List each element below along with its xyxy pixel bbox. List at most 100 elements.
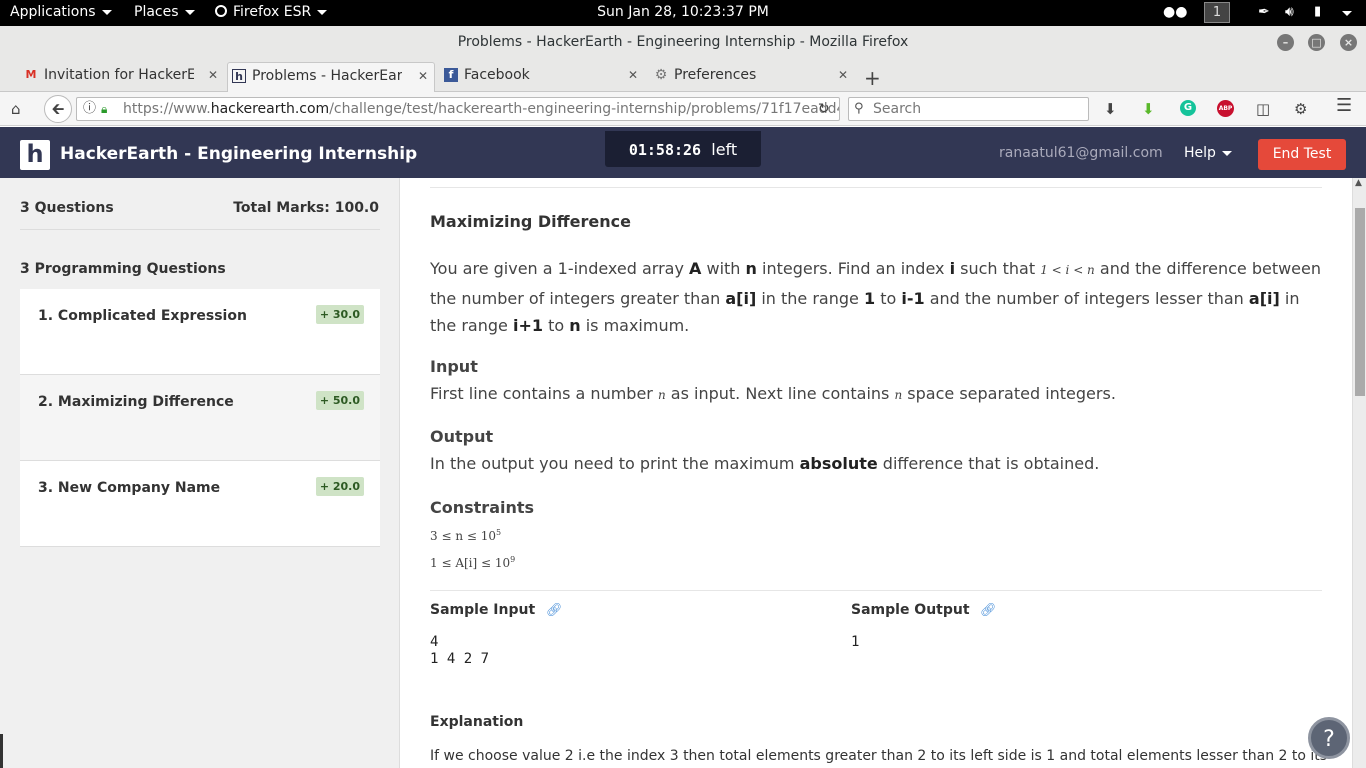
- lock-icon: 🔒︎: [101, 102, 108, 116]
- site-title: HackerEarth - Engineering Internship: [60, 144, 418, 164]
- gear-icon: ⚙: [654, 67, 668, 83]
- problem-statement: You are given a 1-indexed array A with n…: [430, 259, 1322, 335]
- constraint-1: 3 ≤ n ≤ 105: [430, 528, 502, 543]
- facebook-icon: f: [444, 68, 458, 82]
- info-icon[interactable]: ⓘ: [83, 98, 96, 120]
- timer-value: 01:58:26: [628, 141, 702, 159]
- section-title: 3 Programming Questions: [20, 261, 226, 277]
- tab-facebook[interactable]: f Facebook ✕: [440, 62, 644, 92]
- green-download-extension-icon[interactable]: ⬇: [1142, 101, 1155, 117]
- battery-icon[interactable]: ▮: [1314, 4, 1321, 19]
- url-prefix: https://www.: [123, 101, 211, 117]
- help-label: Help: [1184, 145, 1216, 161]
- url-domain: hackerearth.com: [210, 101, 330, 117]
- gmail-icon: M: [25, 68, 37, 81]
- tab-label: Invitation for HackerE...: [44, 67, 194, 83]
- reload-icon[interactable]: ↻: [818, 101, 830, 117]
- sidebar-icon[interactable]: ◫: [1256, 101, 1270, 117]
- maximize-icon[interactable]: □: [1308, 34, 1325, 51]
- close-tab-icon[interactable]: ✕: [628, 62, 638, 88]
- tab-label: Preferences: [674, 67, 757, 83]
- problem-title: Maximizing Difference: [430, 212, 631, 231]
- clock[interactable]: Sun Jan 28, 10:23:37 PM: [0, 4, 1366, 20]
- hamburger-menu-icon[interactable]: ☰: [1336, 97, 1352, 115]
- chevron-down-icon: [1221, 150, 1232, 156]
- url-path: /challenge/test/hackerearth-engineering-…: [329, 101, 840, 117]
- question-title: 3. New Company Name: [38, 480, 221, 496]
- hackerearth-icon: h: [232, 69, 246, 83]
- question-marks-badge: + 20.0: [315, 477, 364, 496]
- question-card-1[interactable]: 1. Complicated Expression + 30.0: [20, 289, 380, 375]
- explanation-heading: Explanation: [430, 714, 524, 730]
- question-marks-badge: + 50.0: [315, 391, 364, 410]
- total-marks: Total Marks: 100.0: [233, 200, 379, 216]
- scrollbar-thumb[interactable]: [1355, 208, 1365, 396]
- close-tab-icon[interactable]: ✕: [208, 62, 218, 88]
- home-icon[interactable]: ⌂: [11, 101, 21, 117]
- constraint-2: 1 ≤ A[i] ≤ 109: [430, 555, 516, 570]
- edge-marker: [0, 734, 3, 768]
- search-placeholder: Search: [873, 101, 922, 117]
- sample-output: 1: [851, 634, 860, 650]
- scroll-up-icon[interactable]: ▲: [1355, 178, 1362, 188]
- help-menu[interactable]: Help: [1184, 145, 1232, 161]
- grammarly-icon[interactable]: G: [1180, 100, 1196, 116]
- close-tab-icon[interactable]: ✕: [838, 62, 848, 88]
- system-menu-chevron-icon[interactable]: [1342, 11, 1352, 16]
- user-email[interactable]: ranaatul61@gmail.com: [999, 145, 1163, 161]
- window-title: Problems - HackerEarth - Engineering Int…: [0, 26, 1366, 58]
- back-icon[interactable]: 🡰︎: [44, 95, 72, 123]
- tab-label: Facebook: [464, 67, 530, 83]
- url-bar[interactable]: ⓘ 🔒︎ https://www.hackerearth.com/challen…: [76, 97, 840, 121]
- tab-preferences[interactable]: ⚙ Preferences ✕: [650, 62, 854, 92]
- divider: [430, 590, 1322, 591]
- tab-gmail[interactable]: M Invitation for HackerE... ✕: [20, 62, 224, 92]
- input-description: First line contains a number n as input.…: [430, 384, 1116, 403]
- output-heading: Output: [430, 427, 494, 446]
- site-header: h HackerEarth - Engineering Internship 0…: [0, 127, 1366, 178]
- question-marks-badge: + 30.0: [315, 305, 364, 324]
- explanation-text: If we choose value 2 i.e the index 3 the…: [430, 748, 1328, 764]
- question-title: 2. Maximizing Difference: [38, 394, 234, 410]
- search-icon: ⚲: [854, 101, 864, 116]
- output-description: In the output you need to print the maxi…: [430, 454, 1100, 473]
- download-icon[interactable]: ⬇: [1104, 101, 1117, 117]
- close-window-icon[interactable]: ×: [1340, 34, 1357, 51]
- link-icon[interactable]: 🔗︎: [980, 603, 997, 618]
- adblock-icon[interactable]: ABP: [1217, 100, 1234, 117]
- pen-icon[interactable]: ✒: [1258, 4, 1270, 20]
- questions-count: 3 Questions: [20, 200, 114, 216]
- close-tab-icon[interactable]: ✕: [418, 63, 428, 89]
- volume-icon[interactable]: 🔊︎: [1285, 4, 1294, 20]
- constraints-heading: Constraints: [430, 498, 535, 517]
- question-title: 1. Complicated Expression: [38, 308, 247, 324]
- input-heading: Input: [430, 357, 478, 376]
- end-test-button[interactable]: End Test: [1258, 139, 1346, 170]
- help-chat-button[interactable]: ?: [1308, 717, 1350, 759]
- settings-icon[interactable]: ⚙: [1294, 101, 1307, 117]
- sample-output-label: Sample Output: [851, 602, 970, 618]
- hackerearth-logo[interactable]: h: [20, 140, 50, 170]
- tab-label: Problems - HackerEar...: [252, 68, 402, 84]
- divider: [430, 187, 1322, 188]
- tab-problems[interactable]: h Problems - HackerEar... ✕: [227, 62, 435, 92]
- divider: [20, 229, 380, 230]
- minimize-icon[interactable]: –: [1277, 34, 1294, 51]
- navigation-toolbar: ⌂ 🡰︎ ⓘ 🔒︎ https://www.hackerearth.com/ch…: [0, 92, 1366, 126]
- new-tab-icon[interactable]: +: [864, 66, 881, 90]
- link-icon[interactable]: 🔗︎: [546, 603, 563, 618]
- workspace-indicator[interactable]: 1: [1204, 2, 1230, 23]
- search-input[interactable]: ⚲ Search: [848, 97, 1089, 121]
- question-card-3[interactable]: 3. New Company Name + 20.0: [20, 461, 380, 547]
- questions-sidebar: 3 Questions Total Marks: 100.0 3 Program…: [0, 178, 400, 768]
- users-icon[interactable]: ●●: [1163, 4, 1187, 20]
- sample-input: 4 1 4 2 7: [430, 634, 490, 667]
- countdown-timer: 01:58:26 left: [605, 131, 761, 167]
- system-top-bar: Applications Places Firefox ESR Sun Jan …: [0, 0, 1366, 26]
- question-card-2[interactable]: 2. Maximizing Difference + 50.0: [20, 375, 380, 461]
- problem-content: Maximizing Difference You are given a 1-…: [400, 178, 1352, 768]
- sample-input-label: Sample Input: [430, 602, 536, 618]
- timer-suffix: left: [711, 140, 738, 159]
- page-scrollbar[interactable]: ▲: [1352, 178, 1366, 768]
- tab-strip: M Invitation for HackerE... ✕ h Problems…: [0, 58, 1366, 92]
